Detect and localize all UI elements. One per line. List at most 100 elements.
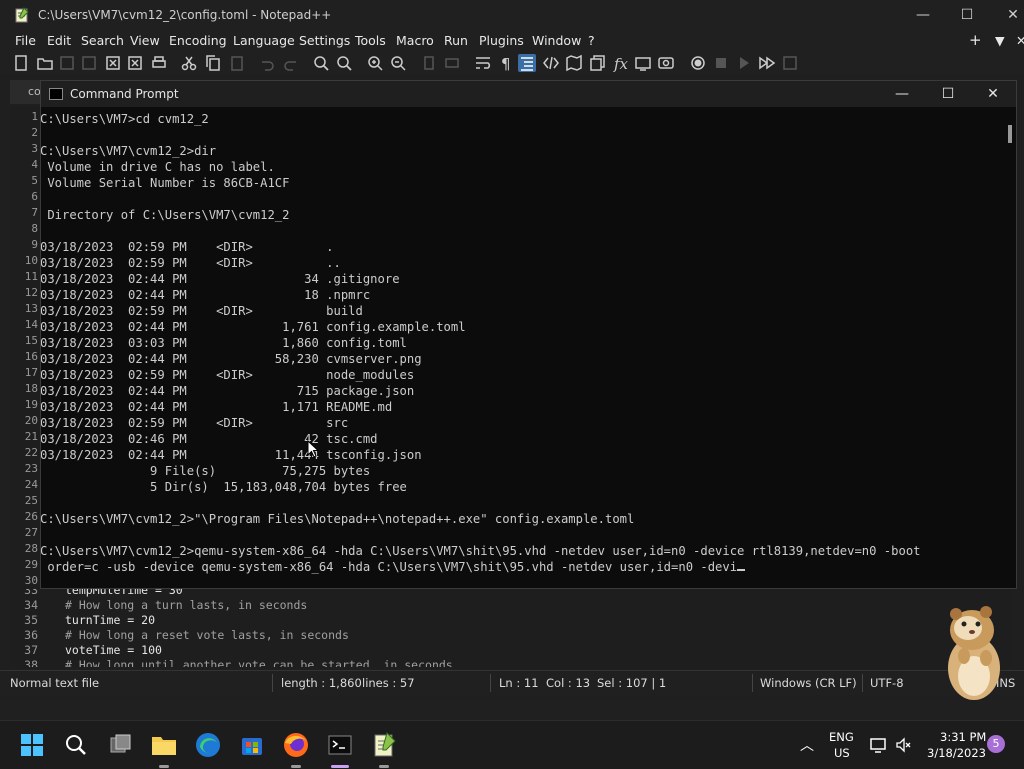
search-icon[interactable]	[60, 729, 92, 761]
menu-language[interactable]: Language	[233, 33, 295, 48]
status-eol[interactable]: Windows (CR LF)	[760, 676, 857, 690]
stop-macro-icon[interactable]	[712, 54, 730, 72]
menu-window[interactable]: Window	[532, 33, 581, 48]
line-number: 12	[24, 286, 38, 299]
task-view-icon[interactable]	[105, 729, 137, 761]
print-icon[interactable]	[150, 54, 168, 72]
line-number: 3	[31, 142, 38, 155]
cmd-scrollbar-thumb[interactable]	[1008, 125, 1012, 143]
cmd-close-button[interactable]: ✕	[970, 81, 1016, 107]
xml-tag-icon[interactable]	[542, 54, 560, 72]
monitoring-icon[interactable]	[657, 54, 675, 72]
indent-guide-icon[interactable]	[518, 54, 536, 72]
language-top[interactable]: ENG	[829, 730, 854, 744]
cmd-minimize-button[interactable]: —	[879, 81, 925, 107]
console-line: 03/18/2023 02:59 PM <DIR> ..	[41, 256, 341, 270]
folder-workspace-icon[interactable]	[634, 54, 652, 72]
paste-icon[interactable]	[228, 54, 246, 72]
play-macro-icon[interactable]	[735, 54, 753, 72]
notification-badge[interactable]: 5	[987, 735, 1005, 753]
console-line: 03/18/2023 02:59 PM <DIR> src	[41, 416, 349, 430]
console-line: Volume in drive C has no label.	[41, 160, 275, 174]
volume-muted-icon[interactable]	[894, 735, 914, 755]
status-separator	[862, 674, 863, 692]
document-map-icon[interactable]	[565, 54, 583, 72]
line-number: 19	[24, 398, 38, 411]
console-line: 03/18/2023 02:59 PM <DIR> node_modules	[41, 368, 415, 382]
cmd-title-bar[interactable]: Command Prompt — ☐ ✕	[41, 81, 1016, 107]
close-file-icon[interactable]	[104, 54, 122, 72]
console-line: 03/18/2023 02:46 PM 42 tsc.cmd	[41, 432, 378, 446]
new-tab-button[interactable]: +	[969, 31, 982, 49]
menu-settings[interactable]: Settings	[299, 33, 350, 48]
menu-macro[interactable]: Macro	[396, 33, 434, 48]
zoom-out-icon[interactable]	[389, 54, 407, 72]
zoom-in-icon[interactable]	[366, 54, 384, 72]
function-list-icon[interactable]: fx	[611, 54, 629, 73]
status-encoding[interactable]: UTF-8	[870, 676, 904, 690]
find-icon[interactable]	[312, 54, 330, 72]
sync-vertical-icon[interactable]	[420, 54, 438, 72]
line-number: 21	[24, 430, 38, 443]
sync-horizontal-icon[interactable]	[443, 54, 461, 72]
tab-list-button[interactable]: ▼	[995, 33, 1005, 48]
edge-icon[interactable]	[192, 729, 224, 761]
menu-help[interactable]: ?	[588, 33, 595, 48]
show-all-chars-icon[interactable]: ¶	[497, 54, 515, 73]
menu-run[interactable]: Run	[444, 33, 468, 48]
save-all-icon[interactable]	[80, 54, 98, 72]
console-output[interactable]: C:\Users\VM7>cd cvm12_2 C:\Users\VM7\cvm1…	[41, 111, 1001, 587]
line-number: 34	[24, 598, 38, 612]
clock-date[interactable]: 3/18/2023	[927, 746, 986, 760]
open-file-icon[interactable]	[36, 54, 54, 72]
start-icon[interactable]	[16, 729, 48, 761]
run-macro-multiple-icon[interactable]	[758, 54, 776, 72]
line-number: 7	[31, 206, 38, 219]
command-prompt-window[interactable]: Command Prompt — ☐ ✕ C:\Users\VM7>cd cvm…	[40, 80, 1017, 589]
console-line: Volume Serial Number is 86CB-A1CF	[41, 176, 290, 190]
file-tab[interactable]: co	[10, 80, 41, 104]
taskbar: ︿ ENG US 3:31 PM 3/18/2023	[0, 720, 1024, 769]
new-file-icon[interactable]	[12, 54, 30, 72]
line-number: 27	[24, 526, 38, 539]
document-list-icon[interactable]	[588, 54, 606, 72]
close-button[interactable]: ✕	[990, 0, 1024, 30]
copy-icon[interactable]	[204, 54, 222, 72]
chevron-up-icon[interactable]: ︿	[800, 735, 814, 755]
minimize-button[interactable]: —	[900, 0, 946, 30]
store-icon[interactable]	[236, 729, 268, 761]
menu-tools[interactable]: Tools	[355, 33, 386, 48]
terminal-icon[interactable]	[324, 729, 356, 761]
undo-icon[interactable]	[258, 54, 276, 72]
word-wrap-icon[interactable]	[474, 54, 492, 72]
cut-icon[interactable]	[180, 54, 198, 72]
notepadpp-taskbar-icon[interactable]	[368, 729, 400, 761]
cmd-maximize-button[interactable]: ☐	[925, 81, 971, 107]
firefox-icon[interactable]	[280, 729, 312, 761]
network-icon[interactable]	[868, 735, 888, 755]
line-number: 26	[24, 510, 38, 523]
save-icon[interactable]	[58, 54, 76, 72]
maximize-button[interactable]: ☐	[944, 0, 990, 30]
menu-view[interactable]: View	[130, 33, 160, 48]
record-macro-icon[interactable]	[689, 54, 707, 72]
line-number: 22	[24, 446, 38, 459]
redo-icon[interactable]	[282, 54, 300, 72]
notepadpp-title-bar[interactable]: C:\Users\VM7\cvm12_2\config.toml - Notep…	[0, 0, 1024, 30]
cmd-window-title: Command Prompt	[70, 87, 179, 101]
console-line: 03/18/2023 02:44 PM 1,171 README.md	[41, 400, 393, 414]
editor-area[interactable]: 33 tempMuteTime = 30 34 # How long a tur…	[10, 589, 1012, 667]
clock-time[interactable]: 3:31 PM	[940, 730, 986, 744]
menu-search[interactable]: Search	[81, 33, 124, 48]
save-macro-icon[interactable]	[781, 54, 799, 72]
close-tab-button[interactable]: ✕	[1016, 33, 1024, 48]
menu-encoding[interactable]: Encoding	[169, 33, 227, 48]
close-all-icon[interactable]	[126, 54, 144, 72]
text-cursor	[737, 569, 746, 571]
menu-plugins[interactable]: Plugins	[479, 33, 524, 48]
language-bottom[interactable]: US	[834, 746, 850, 760]
file-explorer-icon[interactable]	[148, 729, 180, 761]
menu-file[interactable]: File	[15, 33, 36, 48]
menu-edit[interactable]: Edit	[47, 33, 71, 48]
replace-icon[interactable]	[335, 54, 353, 72]
